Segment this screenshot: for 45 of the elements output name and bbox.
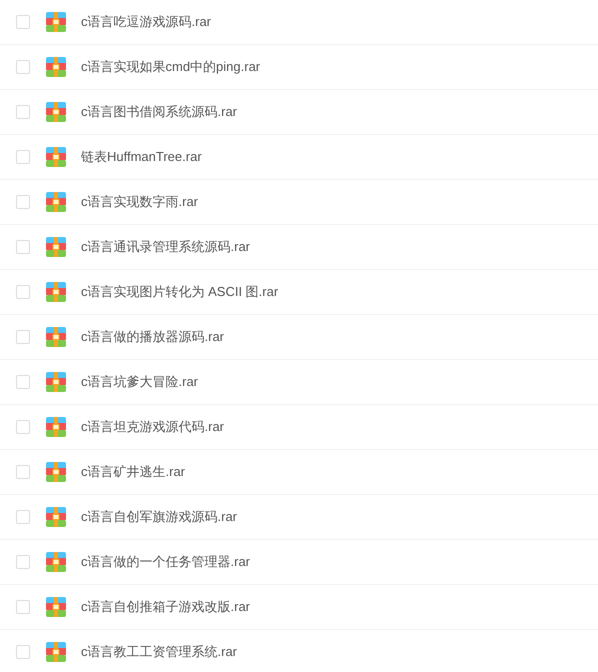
- checkbox[interactable]: [16, 600, 30, 614]
- archive-icon: [46, 147, 66, 167]
- file-name[interactable]: c语言吃逗游戏源码.rar: [81, 12, 211, 32]
- archive-icon: [46, 237, 66, 257]
- archive-icon: [46, 462, 66, 482]
- checkbox[interactable]: [16, 105, 30, 119]
- file-name[interactable]: c语言实现如果cmd中的ping.rar: [81, 57, 260, 77]
- checkbox[interactable]: [16, 15, 30, 29]
- file-name[interactable]: c语言做的播放器源码.rar: [81, 327, 224, 347]
- checkbox[interactable]: [16, 60, 30, 74]
- checkbox[interactable]: [16, 645, 30, 659]
- archive-icon: [46, 597, 66, 617]
- checkbox[interactable]: [16, 555, 30, 569]
- checkbox[interactable]: [16, 240, 30, 254]
- archive-icon: [46, 417, 66, 437]
- checkbox[interactable]: [16, 510, 30, 524]
- checkbox[interactable]: [16, 195, 30, 209]
- archive-icon: [46, 507, 66, 527]
- archive-icon: [46, 372, 66, 392]
- checkbox[interactable]: [16, 285, 30, 299]
- checkbox[interactable]: [16, 375, 30, 389]
- file-name[interactable]: c语言图书借阅系统源码.rar: [81, 102, 237, 122]
- file-name[interactable]: c语言坑爹大冒险.rar: [81, 372, 198, 392]
- file-name[interactable]: c语言坦克游戏源代码.rar: [81, 417, 224, 437]
- checkbox[interactable]: [16, 420, 30, 434]
- file-name[interactable]: c语言自创推箱子游戏改版.rar: [81, 597, 250, 617]
- archive-icon: [46, 282, 66, 302]
- checkbox[interactable]: [16, 330, 30, 344]
- archive-icon: [46, 192, 66, 212]
- file-name[interactable]: c语言自创军旗游戏源码.rar: [81, 507, 237, 527]
- archive-icon: [46, 552, 66, 572]
- checkbox[interactable]: [16, 465, 30, 479]
- file-name[interactable]: 链表HuffmanTree.rar: [81, 147, 202, 167]
- archive-icon: [46, 57, 66, 77]
- archive-icon: [46, 102, 66, 122]
- archive-icon: [46, 327, 66, 347]
- file-name[interactable]: c语言通讯录管理系统源码.rar: [81, 237, 250, 257]
- file-name[interactable]: c语言实现图片转化为 ASCII 图.rar: [81, 282, 278, 302]
- archive-icon: [46, 642, 66, 662]
- archive-icon: [46, 12, 66, 32]
- checkbox[interactable]: [16, 150, 30, 164]
- file-name[interactable]: c语言实现数字雨.rar: [81, 192, 198, 212]
- file-name[interactable]: c语言教工工资管理系统.rar: [81, 642, 237, 662]
- file-name[interactable]: c语言做的一个任务管理器.rar: [81, 552, 250, 572]
- file-name[interactable]: c语言矿井逃生.rar: [81, 462, 185, 482]
